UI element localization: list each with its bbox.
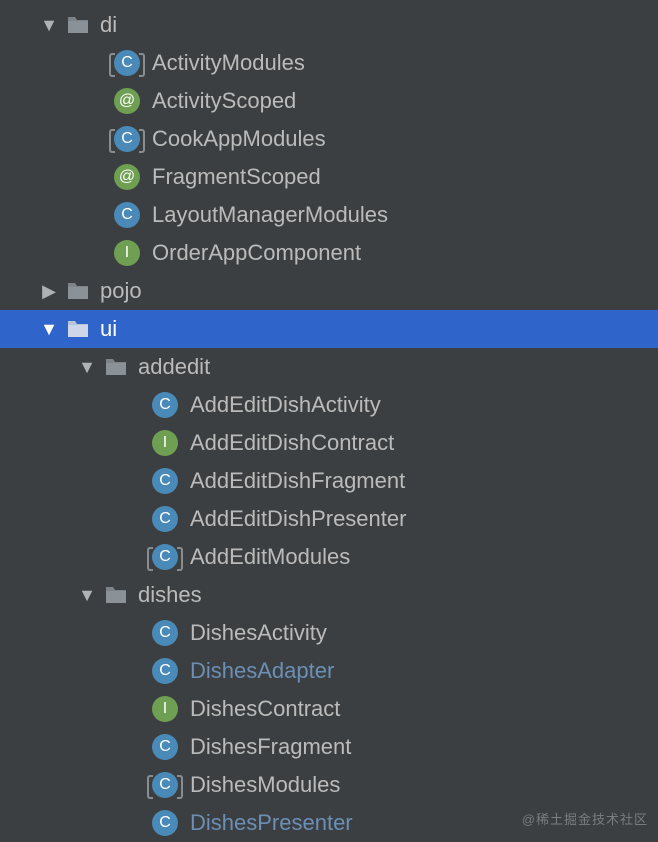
- expand-arrow-icon[interactable]: ▼: [76, 585, 98, 606]
- folder-icon: [66, 281, 90, 301]
- class-icon: C: [152, 772, 178, 798]
- file-addeditdishpresenter[interactable]: C AddEditDishPresenter: [0, 500, 658, 538]
- folder-label: addedit: [138, 354, 210, 380]
- class-icon: C: [152, 468, 178, 494]
- file-label: DishesContract: [190, 696, 340, 722]
- file-label: DishesModules: [190, 772, 340, 798]
- class-icon: C: [152, 810, 178, 836]
- folder-icon: [66, 319, 90, 339]
- interface-icon: I: [152, 430, 178, 456]
- file-fragmentscoped[interactable]: @ FragmentScoped: [0, 158, 658, 196]
- file-dishesactivity[interactable]: C DishesActivity: [0, 614, 658, 652]
- folder-label: dishes: [138, 582, 202, 608]
- file-dishesfragment[interactable]: C DishesFragment: [0, 728, 658, 766]
- folder-addedit[interactable]: ▼ addedit: [0, 348, 658, 386]
- folder-icon: [104, 357, 128, 377]
- folder-label: di: [100, 12, 117, 38]
- class-icon: C: [152, 392, 178, 418]
- folder-icon: [104, 585, 128, 605]
- file-label: AddEditDishContract: [190, 430, 394, 456]
- interface-icon: I: [114, 240, 140, 266]
- folder-ui[interactable]: ▼ ui: [0, 310, 658, 348]
- file-addeditdishactivity[interactable]: C AddEditDishActivity: [0, 386, 658, 424]
- file-label: CookAppModules: [152, 126, 326, 152]
- file-addeditdishfragment[interactable]: C AddEditDishFragment: [0, 462, 658, 500]
- class-icon: C: [152, 620, 178, 646]
- file-label: DishesActivity: [190, 620, 327, 646]
- project-tree: ▼ di C ActivityModules @ ActivityScoped …: [0, 0, 658, 842]
- folder-di[interactable]: ▼ di: [0, 6, 658, 44]
- file-label: DishesPresenter: [190, 810, 353, 836]
- file-label: FragmentScoped: [152, 164, 321, 190]
- file-addeditdishcontract[interactable]: I AddEditDishContract: [0, 424, 658, 462]
- file-label: DishesFragment: [190, 734, 351, 760]
- file-label: ActivityModules: [152, 50, 305, 76]
- file-label: AddEditDishActivity: [190, 392, 381, 418]
- class-icon: C: [152, 506, 178, 532]
- folder-dishes[interactable]: ▼ dishes: [0, 576, 658, 614]
- file-label: DishesAdapter: [190, 658, 334, 684]
- annotation-icon: @: [114, 164, 140, 190]
- file-activityscoped[interactable]: @ ActivityScoped: [0, 82, 658, 120]
- file-dishesmodules[interactable]: C DishesModules: [0, 766, 658, 804]
- folder-label: ui: [100, 316, 117, 342]
- file-label: AddEditModules: [190, 544, 350, 570]
- expand-arrow-icon[interactable]: ▼: [38, 15, 60, 36]
- class-icon: C: [114, 50, 140, 76]
- file-label: ActivityScoped: [152, 88, 296, 114]
- file-cookappmodules[interactable]: C CookAppModules: [0, 120, 658, 158]
- file-label: AddEditDishPresenter: [190, 506, 406, 532]
- class-icon: C: [114, 202, 140, 228]
- file-addeditmodules[interactable]: C AddEditModules: [0, 538, 658, 576]
- file-label: AddEditDishFragment: [190, 468, 405, 494]
- file-dishesadapter[interactable]: C DishesAdapter: [0, 652, 658, 690]
- class-icon: C: [152, 658, 178, 684]
- folder-label: pojo: [100, 278, 142, 304]
- class-icon: C: [152, 734, 178, 760]
- folder-pojo[interactable]: ▶ pojo: [0, 272, 658, 310]
- file-activitymodules[interactable]: C ActivityModules: [0, 44, 658, 82]
- expand-arrow-icon[interactable]: ▼: [76, 357, 98, 378]
- interface-icon: I: [152, 696, 178, 722]
- collapse-arrow-icon[interactable]: ▶: [38, 281, 60, 302]
- class-icon: C: [114, 126, 140, 152]
- watermark: @稀土掘金技术社区: [522, 809, 648, 828]
- class-icon: C: [152, 544, 178, 570]
- file-dishescontract[interactable]: I DishesContract: [0, 690, 658, 728]
- folder-icon: [66, 15, 90, 35]
- file-layoutmanagermodules[interactable]: C LayoutManagerModules: [0, 196, 658, 234]
- file-label: LayoutManagerModules: [152, 202, 388, 228]
- expand-arrow-icon[interactable]: ▼: [38, 319, 60, 340]
- file-orderappcomponent[interactable]: I OrderAppComponent: [0, 234, 658, 272]
- annotation-icon: @: [114, 88, 140, 114]
- file-label: OrderAppComponent: [152, 240, 361, 266]
